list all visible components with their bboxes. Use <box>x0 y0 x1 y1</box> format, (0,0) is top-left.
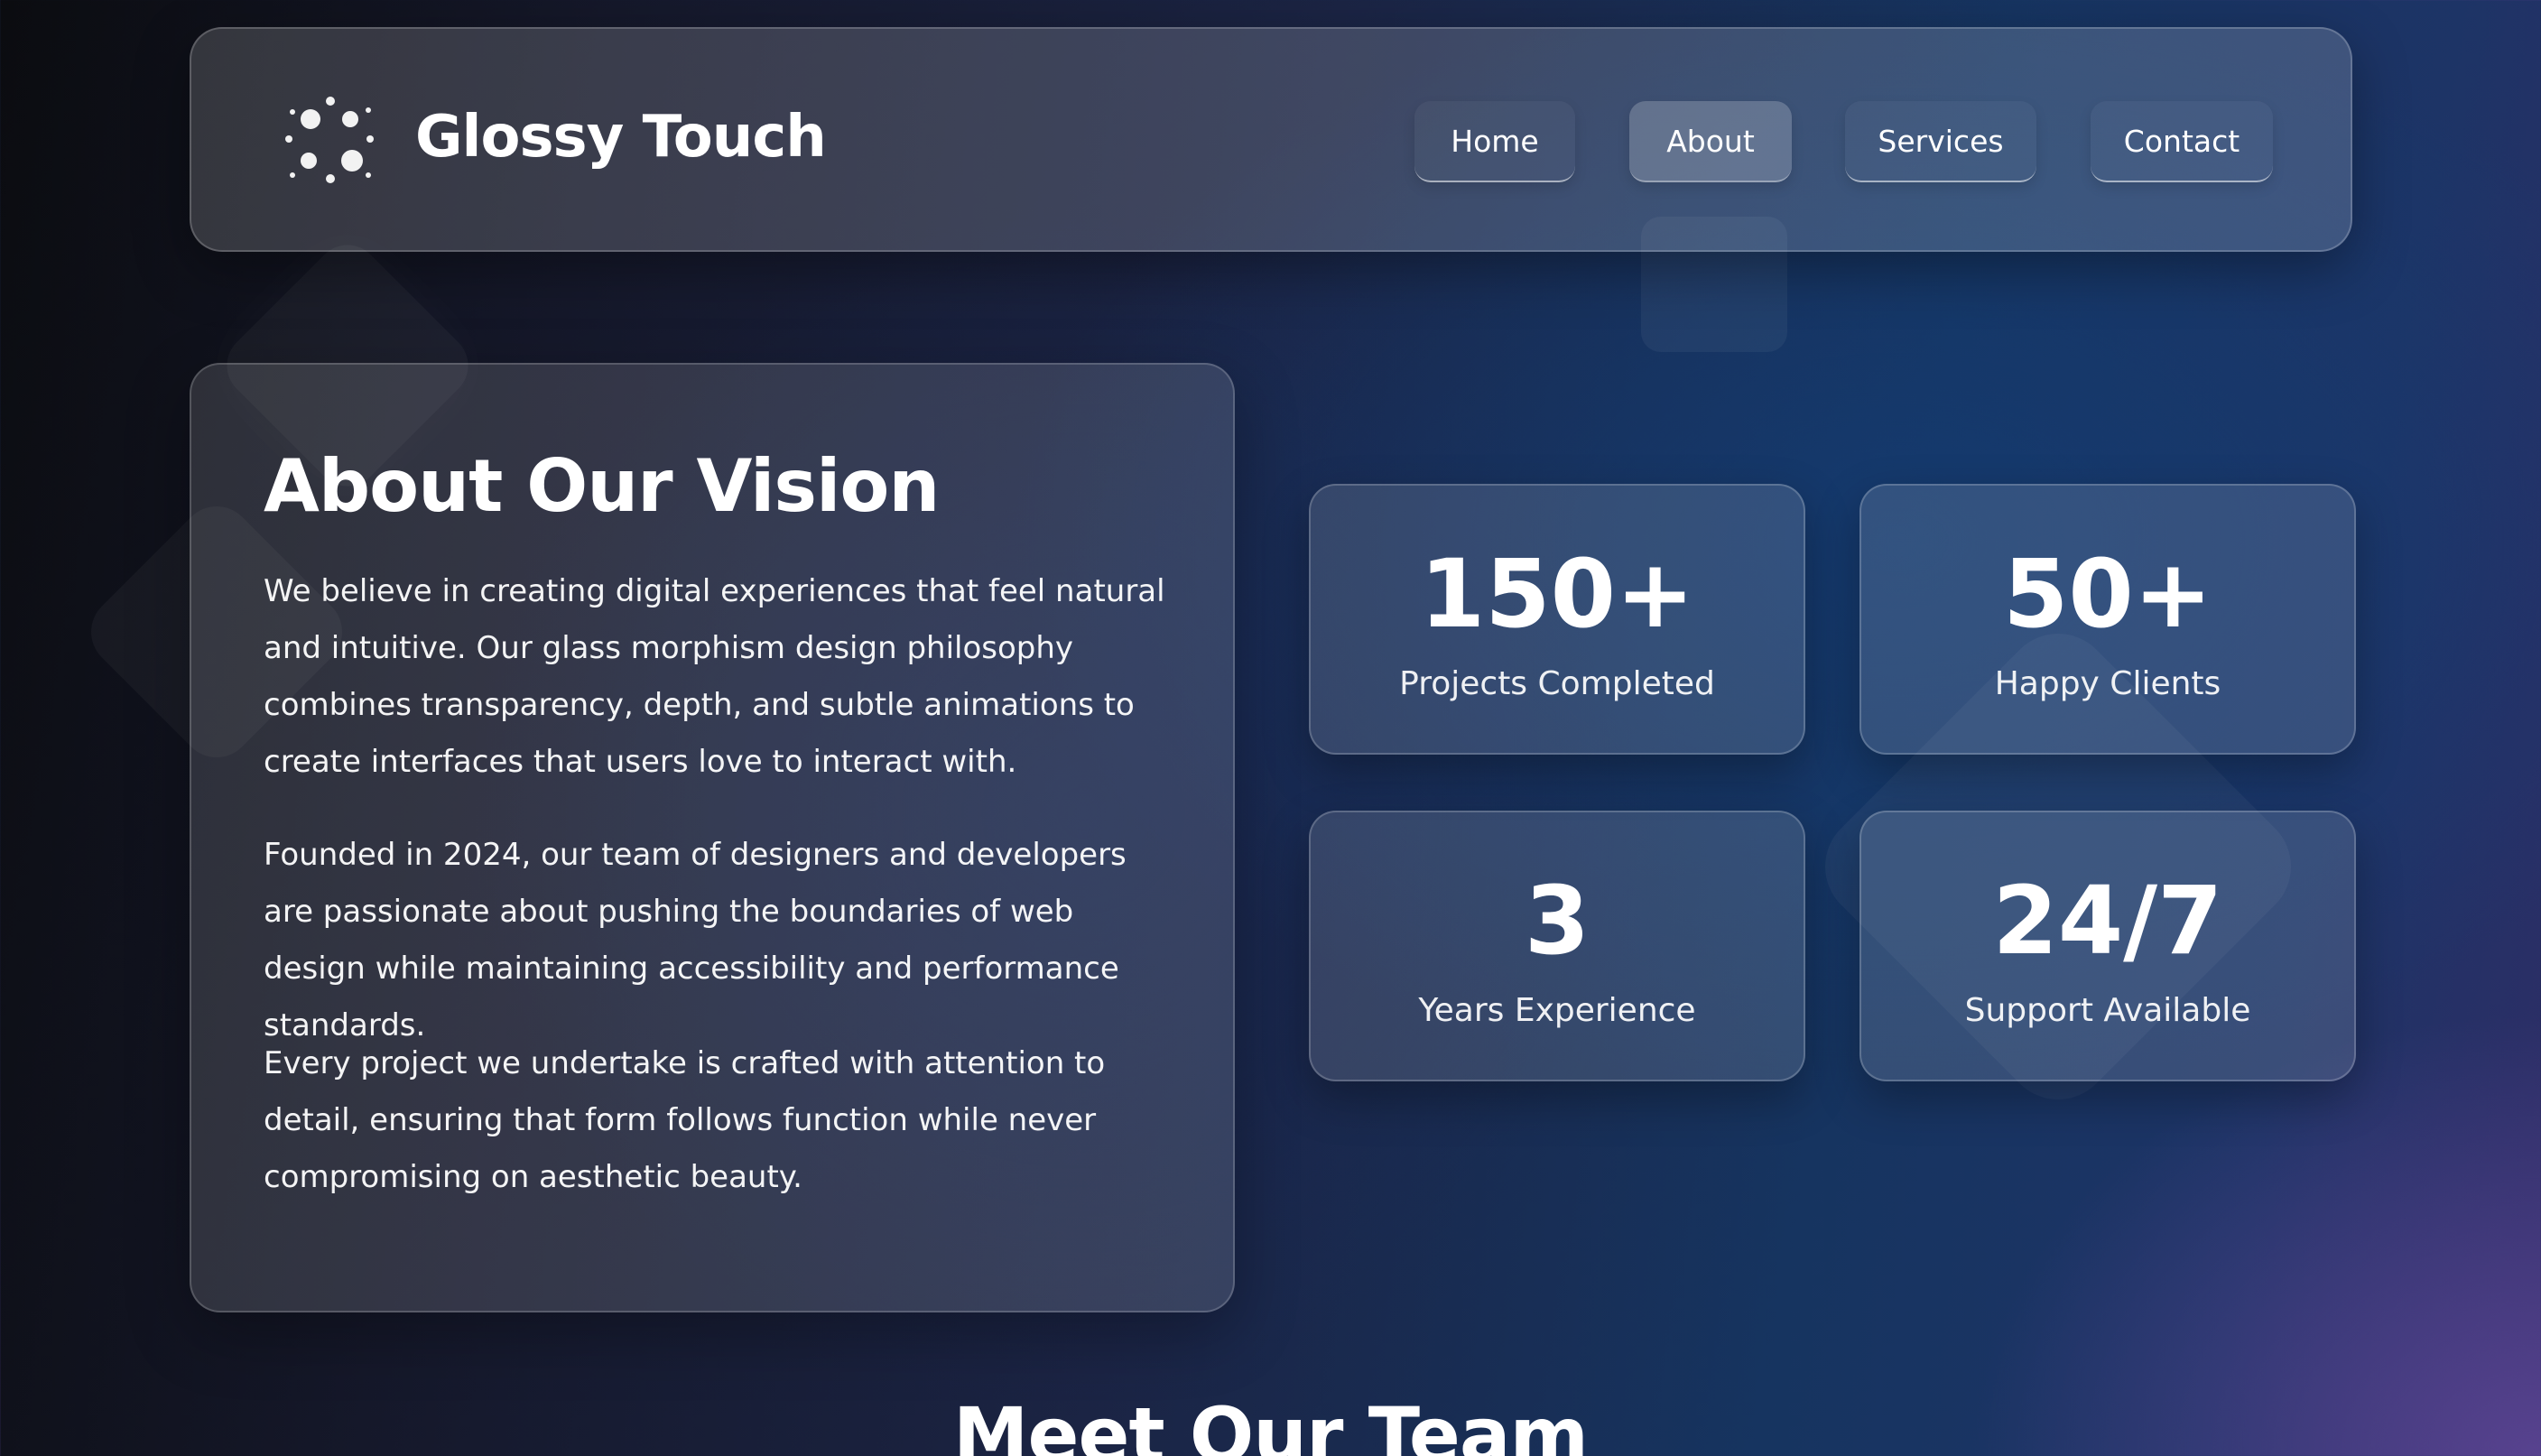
stat-label: Happy Clients <box>1994 665 2221 702</box>
stat-label: Years Experience <box>1418 992 1696 1029</box>
about-title: About Our Vision <box>264 444 940 528</box>
about-paragraph: Every project we undertake is crafted wi… <box>264 1045 1106 1195</box>
nav-services[interactable]: Services <box>1845 101 2036 182</box>
nav-contact[interactable]: Contact <box>2091 101 2273 182</box>
stat-value: 50+ <box>2003 539 2212 649</box>
stat-value: 3 <box>1524 866 1590 976</box>
team-heading: Meet Our Team <box>952 1391 1589 1456</box>
stat-card-support: 24/7 Support Available <box>1859 811 2356 1081</box>
stat-card-projects: 150+ Projects Completed <box>1309 484 1805 755</box>
stat-value: 150+ <box>1419 539 1695 649</box>
nav-about[interactable]: About <box>1629 101 1792 182</box>
stat-label: Support Available <box>1964 992 2251 1029</box>
sparkle-dots-icon[interactable] <box>282 92 379 190</box>
stat-label: Projects Completed <box>1399 665 1715 702</box>
about-card: About Our Vision We believe in creating … <box>190 363 1235 1312</box>
stat-card-clients: 50+ Happy Clients <box>1859 484 2356 755</box>
about-paragraph: We believe in creating digital experienc… <box>264 573 1165 780</box>
brand-name[interactable]: Glossy Touch <box>415 101 827 173</box>
site-header: Glossy Touch Home About Services Contact <box>190 27 2352 252</box>
about-paragraph: Founded in 2024, our team of designers a… <box>264 837 1127 1043</box>
stat-value: 24/7 <box>1992 866 2223 976</box>
nav-home[interactable]: Home <box>1414 101 1575 182</box>
stat-card-experience: 3 Years Experience <box>1309 811 1805 1081</box>
